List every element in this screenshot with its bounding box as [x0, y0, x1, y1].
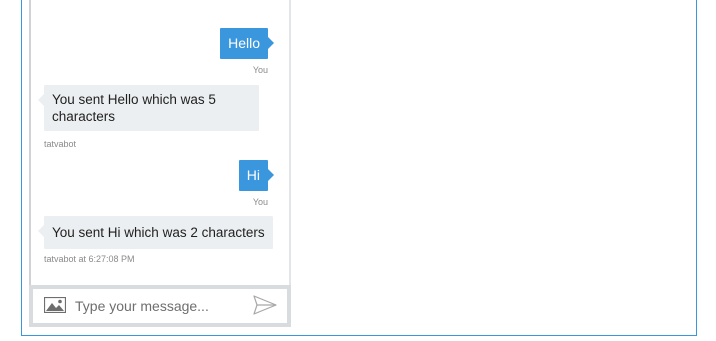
chat-history[interactable]: Hello You You sent Hello which was 5 cha… — [29, 0, 291, 327]
bot-message-bubble: You sent Hello which was 5 characters — [38, 85, 259, 131]
send-icon[interactable] — [253, 295, 277, 315]
bot-message-bubble: You sent Hi which was 2 characters — [38, 216, 273, 249]
message-input[interactable] — [75, 295, 235, 317]
message-sender-label: You — [252, 197, 268, 207]
composer-inner — [33, 289, 287, 323]
image-icon[interactable] — [43, 296, 67, 314]
message-composer — [29, 285, 291, 327]
message-timestamp: tatvabot at 6:27:08 PM — [44, 254, 135, 264]
user-message-bubble: Hi — [238, 160, 275, 191]
message-sender-label: You — [252, 65, 268, 75]
user-message-bubble: Hello — [220, 28, 274, 59]
message-sender-label: tatvabot — [44, 139, 77, 149]
